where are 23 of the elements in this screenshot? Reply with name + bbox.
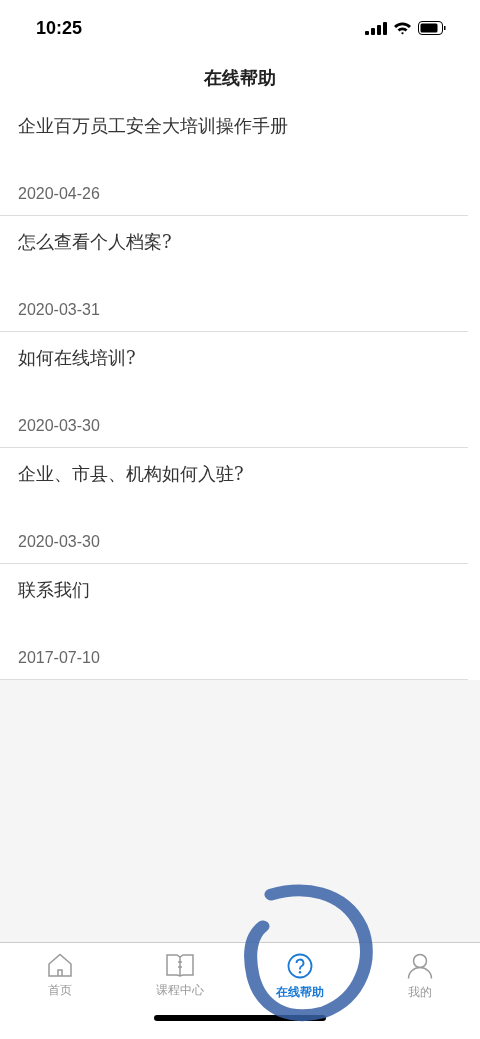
article-item[interactable]: 怎么查看个人档案? 2020-03-31 bbox=[0, 216, 468, 332]
article-title: 怎么查看个人档案? bbox=[18, 230, 173, 254]
signal-icon bbox=[365, 21, 387, 35]
article-title: 联系我们 bbox=[18, 578, 91, 602]
book-icon bbox=[166, 953, 194, 977]
article-date: 2020-03-30 bbox=[18, 533, 101, 551]
article-date: 2017-07-10 bbox=[18, 649, 101, 667]
article-item[interactable]: 企业、市县、机构如何入驻? 2020-03-30 bbox=[0, 448, 468, 564]
article-title: 如何在线培训? bbox=[18, 346, 137, 370]
article-date: 2020-03-30 bbox=[18, 417, 101, 435]
article-title: 企业百万员工安全大培训操作手册 bbox=[18, 114, 289, 138]
article-item[interactable]: 如何在线培训? 2020-03-30 bbox=[0, 332, 468, 448]
page-title: 在线帮助 bbox=[204, 66, 276, 90]
wifi-icon bbox=[393, 21, 412, 35]
home-icon bbox=[47, 953, 73, 977]
battery-icon bbox=[418, 21, 446, 35]
person-icon bbox=[407, 953, 433, 979]
article-date: 2020-04-26 bbox=[18, 185, 101, 203]
help-icon bbox=[287, 953, 313, 979]
status-time: 10:25 bbox=[36, 17, 83, 39]
article-item[interactable]: 企业百万员工安全大培训操作手册 2020-04-26 bbox=[0, 100, 468, 216]
article-title: 企业、市县、机构如何入驻? bbox=[18, 462, 245, 486]
article-date: 2020-03-31 bbox=[18, 301, 101, 319]
